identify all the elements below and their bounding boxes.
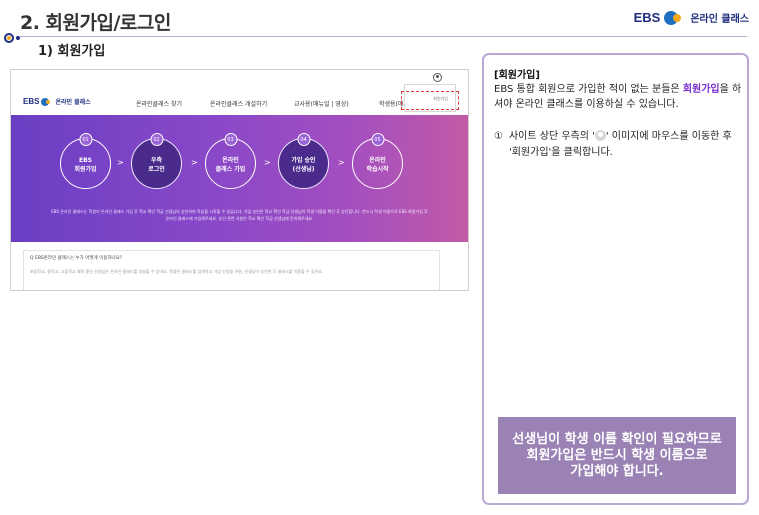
step-2: 02 우측 로그인 (131, 133, 182, 189)
banner-note: EBS 온라인 클래스는 학생이 온라인 클래스 가입 후 학교 확인 학급 선… (51, 209, 428, 221)
step-5-number: 05 (371, 133, 384, 146)
faq-box: Q EBS온라인 클래스는 누가 어떻게 이용하나요? 초등학교, 중학교, 고… (23, 250, 440, 290)
step-4-number: 04 (297, 133, 310, 146)
brand-ebs-text: EBS (633, 10, 661, 25)
step-1: 01 EBS 회원가입 (60, 133, 111, 189)
page-title: 2. 회원가입/로그인 (20, 12, 171, 34)
site-brand-logo: EBS 온라인 클래스 (23, 97, 91, 106)
site-menu-teacher[interactable]: 교사용(매뉴얼 | 영상) (294, 99, 349, 108)
panel-intro: EBS 통합 회원으로 가입한 적이 없는 분들은 회원가입을 하셔야 온라인 … (494, 82, 744, 112)
notice-box: 선생님이 학생 이름 확인이 필요하므로 회원가입은 반드시 학생 이름으로 가… (498, 417, 736, 494)
site-screenshot: EBS 온라인 클래스 온라인클래스 찾기 온라인클래스 개설하기 교사용(매뉴… (10, 69, 469, 291)
section-bullet-icon (4, 33, 20, 43)
site-brand-ebs: EBS (23, 97, 40, 106)
step-4: 04 가입 승인 (선생님) (278, 133, 329, 189)
step-text: 사이트 상단 우측의 ' ' 이미지에 마우스를 이동한 후 '회원가입'을 클릭… (509, 129, 744, 161)
brand-service-text: 온라인 클래스 (690, 14, 749, 25)
faq-answer: 초등학교, 중학교, 고등학교 재학 중인 선생님은 온라인 클래스를 개설할 … (30, 269, 324, 274)
step-1-label: EBS 회원가입 (74, 157, 97, 173)
step-4-label: 가입 승인 (선생님) (291, 157, 316, 173)
instruction-step: ① 사이트 상단 우측의 ' ' 이미지에 마우스를 이동한 후 '회원가입'을 … (494, 129, 744, 161)
intro-highlight: 회원가입 (682, 84, 720, 95)
step-3-label: 온라인 클래스 가입 (215, 157, 246, 173)
faq-question[interactable]: Q EBS온라인 클래스는 누가 어떻게 이용하나요? (30, 255, 433, 261)
step-2-label: 우측 로그인 (148, 157, 165, 173)
intro-text-before: EBS 통합 회원으로 가입한 적이 없는 분들은 (494, 84, 683, 95)
user-icon[interactable] (433, 73, 442, 82)
explanation-panel: [회원가입] EBS 통합 회원으로 가입한 적이 없는 분들은 회원가입을 하… (482, 53, 749, 505)
dropdown-signup-item[interactable]: 회원가입 (433, 96, 448, 102)
site-ebs-circle-icon (41, 97, 53, 106)
step-2-number: 02 (150, 133, 163, 146)
step-3-number: 03 (224, 133, 237, 146)
panel-heading: [회원가입] (494, 70, 540, 81)
step-arrow: > (191, 158, 198, 167)
site-menu-find-class[interactable]: 온라인클래스 찾기 (136, 99, 182, 108)
step-5: 05 온라인 학습시작 (352, 133, 403, 189)
step-arrow: > (117, 158, 124, 167)
section-title: 1) 회원가입 (38, 44, 106, 59)
title-divider (20, 36, 747, 37)
brand-logo: EBS 온라인 클래스 (634, 10, 749, 25)
step-arrow: > (264, 158, 271, 167)
step-5-label: 온라인 학습시작 (366, 157, 389, 173)
user-icon (594, 130, 606, 141)
site-menu-open-class[interactable]: 온라인클래스 개설하기 (210, 99, 267, 108)
site-nav-bar: EBS 온라인 클래스 온라인클래스 찾기 온라인클래스 개설하기 교사용(매뉴… (11, 70, 468, 115)
site-brand-text: 온라인 클래스 (55, 99, 91, 106)
step-1-number: 01 (79, 133, 92, 146)
step-arrow: > (338, 158, 345, 167)
step-marker: ① (494, 131, 503, 142)
dropdown-highlight-box (401, 91, 459, 110)
step-3: 03 온라인 클래스 가입 (205, 133, 256, 189)
ebs-circle-icon (664, 10, 686, 25)
signup-steps-banner: 01 EBS 회원가입 > 02 우측 로그인 > 03 온라인 클래스 가입 … (11, 115, 468, 242)
step-text-before: 사이트 상단 우측의 ' (508, 131, 595, 142)
